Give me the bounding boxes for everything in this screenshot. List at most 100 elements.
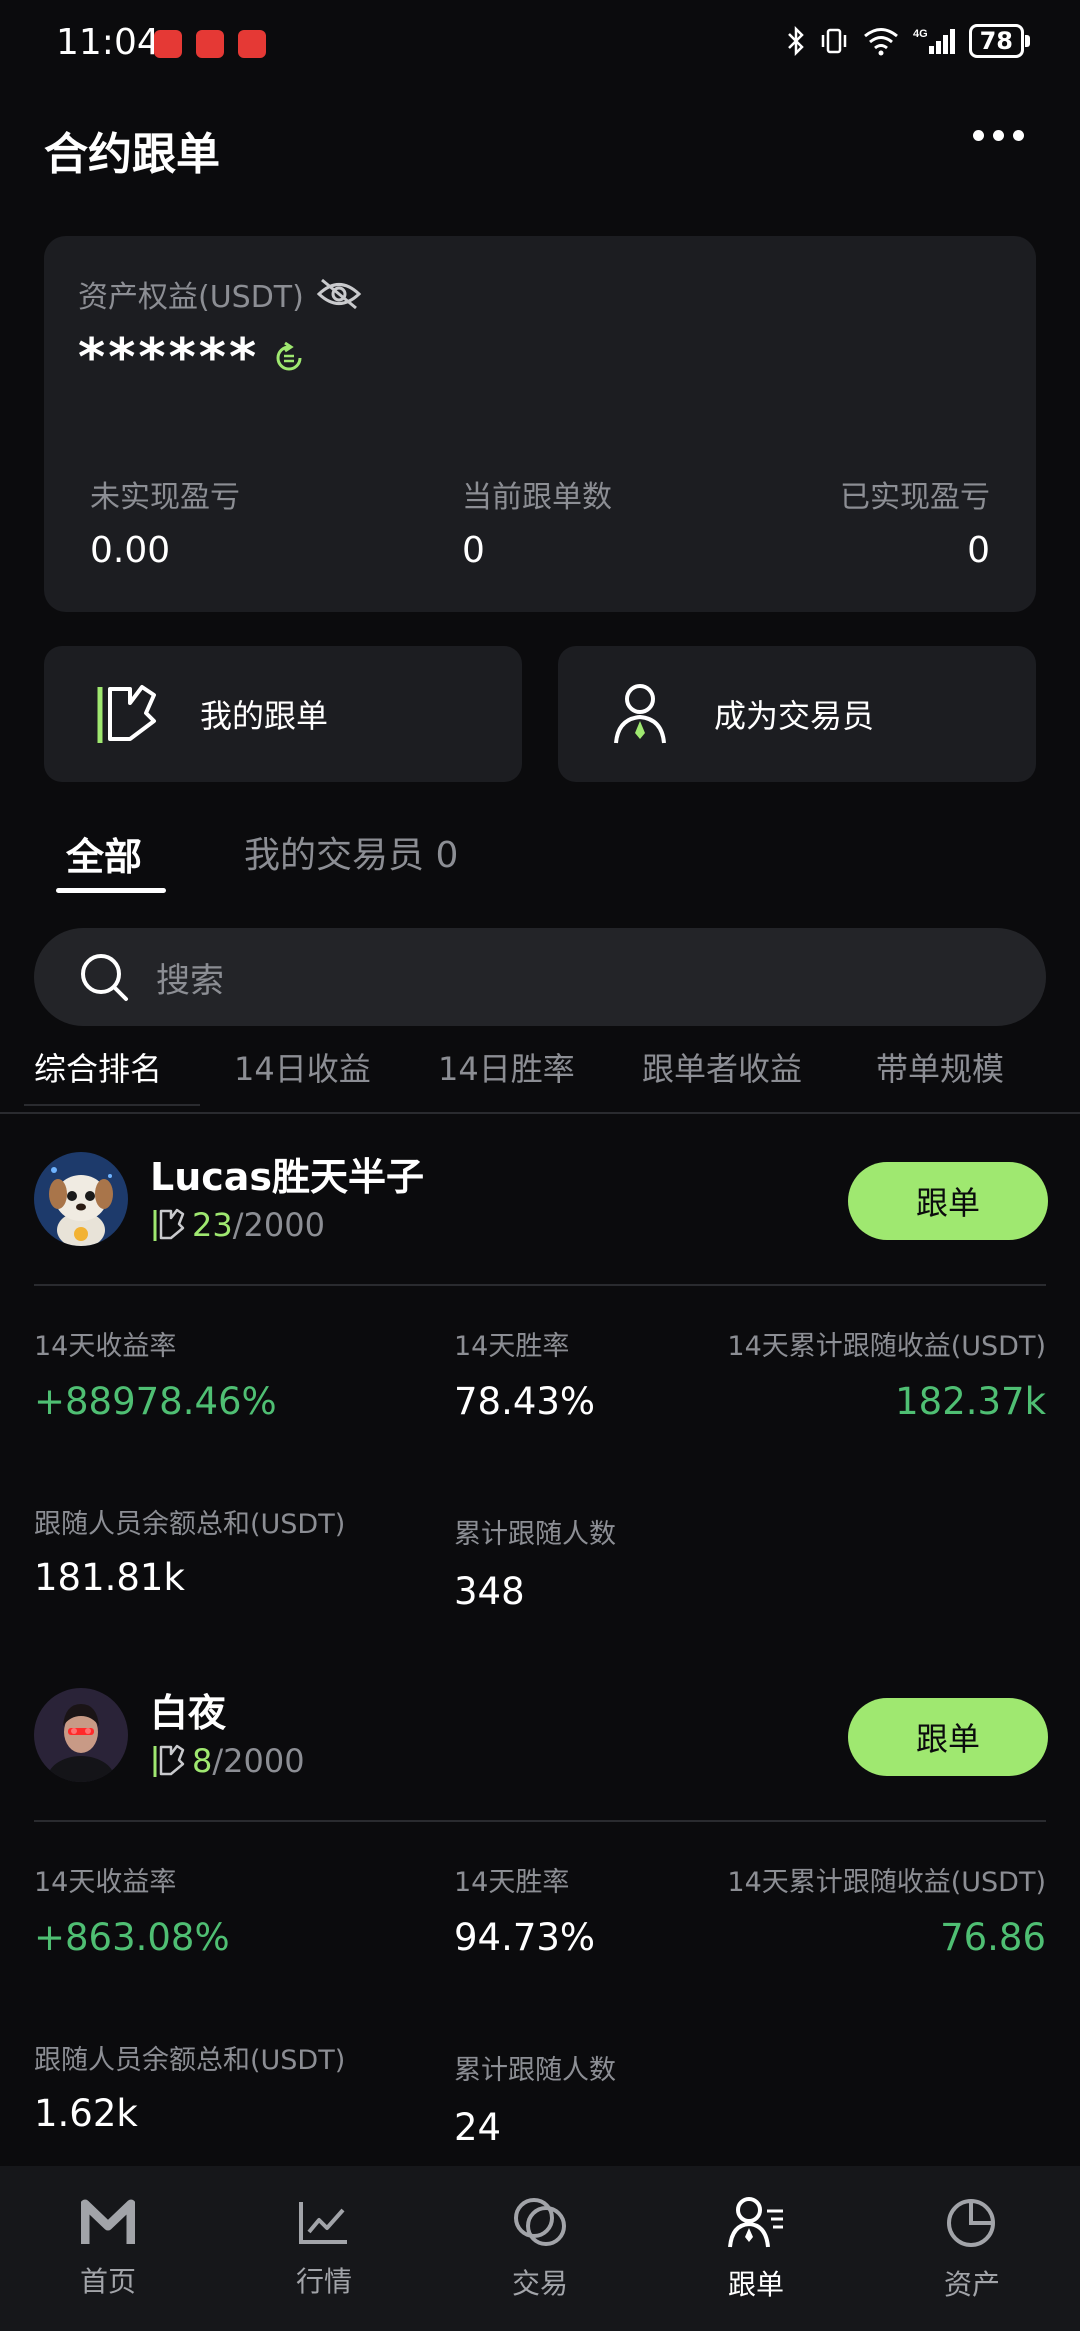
dog-avatar-icon — [34, 1152, 128, 1246]
asset-value-row: ****** — [78, 328, 307, 388]
dot-icon — [1013, 130, 1024, 141]
winrate-label: 14天胜率 — [454, 1867, 570, 1898]
dot-icon — [993, 130, 1004, 141]
copy-flag-icon — [153, 1744, 185, 1777]
vibrate-icon — [821, 28, 846, 54]
sort-tab-scale[interactable]: 带单规模 — [876, 1044, 1004, 1090]
notification-icon — [154, 30, 182, 58]
winrate-value: 94.73% — [454, 1916, 596, 1959]
winrate-label: 14天胜率 — [454, 1331, 570, 1362]
divider — [34, 1820, 1046, 1822]
search-icon — [81, 954, 128, 1001]
asset-card: 资产权益(USDT) ****** 未实现盈亏 0.00 当前跟单数 0 已实现… — [44, 236, 1036, 612]
trader-person-icon — [614, 684, 666, 744]
become-trader-button[interactable]: 成为交易员 — [558, 646, 1036, 782]
follower-balance-value: 181.81k — [34, 1556, 185, 1599]
unrealized-pnl-label: 未实现盈亏 — [90, 480, 240, 515]
follow-profit-label: 14天累计跟随收益(USDT) — [727, 1331, 1046, 1362]
max-count: /2000 — [212, 1742, 305, 1780]
sort-tab-14d-winrate[interactable]: 14日胜率 — [438, 1044, 575, 1090]
follow-button[interactable]: 跟单 — [848, 1698, 1048, 1776]
svg-text:4G: 4G — [913, 28, 928, 40]
tab-my-traders[interactable]: 我的交易员 0 — [244, 826, 458, 878]
refresh-icon[interactable] — [271, 340, 307, 376]
realized-pnl-label: 已实现盈亏 — [840, 480, 990, 515]
dot-icon — [973, 130, 984, 141]
asset-label-row: 资产权益(USDT) — [78, 272, 362, 316]
pie-icon — [947, 2198, 995, 2247]
current-count: 8 — [192, 1742, 213, 1780]
chart-icon — [299, 2201, 347, 2244]
tab-active-indicator — [56, 888, 166, 893]
winrate-value: 78.43% — [454, 1380, 596, 1423]
copy-flag-icon — [97, 685, 156, 743]
nav-trade[interactable]: 交易 — [432, 2166, 648, 2331]
copy-trade-icon — [728, 2196, 783, 2247]
total-followers-label: 累计跟随人数 — [454, 1519, 616, 1550]
notification-icon — [196, 30, 224, 58]
eye-hidden-icon[interactable] — [316, 277, 362, 311]
roi-label: 14天收益率 — [34, 1867, 177, 1898]
home-m-icon — [81, 2199, 135, 2244]
sort-active-indicator — [24, 1104, 200, 1106]
person-avatar-icon — [34, 1688, 128, 1782]
sort-tab-follower-profit[interactable]: 跟单者收益 — [642, 1044, 802, 1090]
follower-balance-label: 跟随人员余额总和(USDT) — [34, 2045, 346, 2076]
roi-label: 14天收益率 — [34, 1331, 177, 1362]
battery-indicator: 78 — [968, 24, 1031, 58]
max-count: /2000 — [232, 1206, 325, 1244]
nav-home-label: 首页 — [79, 2264, 136, 2298]
nav-assets-label: 资产 — [943, 2267, 1000, 2301]
trader-follower-count: 23/2000 — [152, 1206, 325, 1244]
sort-tab-14d-profit[interactable]: 14日收益 — [234, 1044, 371, 1090]
wifi-icon — [863, 28, 898, 56]
total-followers-value: 348 — [454, 1570, 525, 1613]
sort-tab-overall[interactable]: 综合排名 — [34, 1044, 162, 1090]
search-input[interactable]: 搜索 — [34, 928, 1046, 1026]
divider — [34, 1284, 1046, 1286]
nav-home[interactable]: 首页 — [0, 2166, 216, 2331]
asset-value: ****** — [78, 328, 260, 388]
follow-profit-label: 14天累计跟随收益(USDT) — [727, 1867, 1046, 1898]
current-count: 23 — [192, 1206, 233, 1244]
current-copy-count-value: 0 — [462, 530, 485, 571]
nav-market-label: 行情 — [295, 2264, 352, 2298]
status-time: 11:04 — [56, 22, 160, 63]
trader-follower-count: 8/2000 — [152, 1742, 305, 1780]
current-copy-count-label: 当前跟单数 — [462, 480, 612, 515]
page-title: 合约跟单 — [44, 129, 220, 180]
follow-button[interactable]: 跟单 — [848, 1162, 1048, 1240]
nav-assets[interactable]: 资产 — [864, 2166, 1080, 2331]
search-placeholder: 搜索 — [156, 960, 224, 1001]
tab-all[interactable]: 全部 — [66, 826, 142, 881]
avatar[interactable] — [34, 1152, 128, 1246]
roi-value: +863.08% — [34, 1916, 230, 1959]
trade-icon — [514, 2197, 566, 2246]
total-followers-label: 累计跟随人数 — [454, 2055, 616, 2086]
signal-icon: 4G — [913, 28, 955, 54]
follow-profit-value: 182.37k — [895, 1380, 1046, 1423]
nav-market[interactable]: 行情 — [216, 2166, 432, 2331]
bottom-nav: 首页 行情 交易 跟单 资产 — [0, 2166, 1080, 2331]
nav-copy-trade-label: 跟单 — [727, 2267, 784, 2301]
roi-value: +88978.46% — [34, 1380, 277, 1423]
notification-icon — [238, 30, 266, 58]
realized-pnl-value: 0 — [967, 530, 990, 571]
unrealized-pnl-value: 0.00 — [90, 530, 171, 571]
follower-balance-value: 1.62k — [34, 2092, 138, 2135]
follow-profit-value: 76.86 — [940, 1916, 1046, 1959]
trader-name[interactable]: 白夜 — [150, 1682, 226, 1737]
my-copy-trades-button[interactable]: 我的跟单 — [44, 646, 522, 782]
avatar[interactable] — [34, 1688, 128, 1782]
become-trader-label: 成为交易员 — [714, 697, 875, 735]
status-icons: 4G 78 — [787, 24, 1031, 58]
my-copy-trades-label: 我的跟单 — [200, 697, 329, 735]
nav-trade-label: 交易 — [511, 2266, 568, 2300]
bluetooth-icon — [787, 26, 804, 56]
nav-copy-trade[interactable]: 跟单 — [648, 2166, 864, 2331]
more-options-button[interactable] — [973, 130, 1024, 141]
copy-flag-icon — [153, 1208, 185, 1241]
trader-name[interactable]: Lucas胜天半子 — [150, 1146, 424, 1201]
total-followers-value: 24 — [454, 2106, 502, 2149]
divider — [0, 1112, 1080, 1114]
